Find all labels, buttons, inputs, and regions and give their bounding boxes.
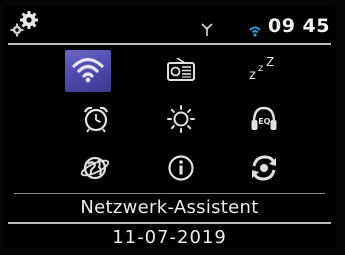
- menu-item-sleep[interactable]: z z Z: [236, 54, 290, 88]
- sleep-icon: z z Z: [247, 55, 279, 86]
- menu-item-brightness[interactable]: [154, 104, 208, 138]
- wifi-signal-icon: [248, 22, 262, 41]
- status-divider: [8, 43, 331, 45]
- menu-item-network[interactable]: [65, 50, 111, 92]
- menu-item-equalizer[interactable]: EQ: [237, 104, 291, 138]
- alarm-clock-icon: [81, 104, 111, 138]
- svg-text:z: z: [249, 68, 256, 82]
- globe-icon: [79, 154, 111, 186]
- menu-item-alarm[interactable]: [69, 104, 123, 138]
- menu-divider: [14, 193, 325, 194]
- status-bar: 09 45: [4, 6, 335, 42]
- menu-item-update[interactable]: [237, 153, 291, 187]
- info-icon: [166, 153, 196, 187]
- wifi-icon: [71, 54, 105, 88]
- menu-item-internet[interactable]: [68, 153, 122, 187]
- brightness-icon: [166, 104, 196, 138]
- svg-text:Z: Z: [266, 56, 274, 69]
- svg-text:z: z: [258, 63, 263, 74]
- svg-text:EQ: EQ: [258, 117, 270, 126]
- menu-item-info[interactable]: [154, 153, 208, 187]
- selected-item-label: Netzwerk-Assistent: [80, 197, 259, 218]
- equalizer-headphones-icon: EQ: [249, 104, 279, 138]
- radio-icon: [166, 56, 196, 86]
- clock-time: 09 45: [268, 15, 330, 37]
- date-display: 11-07-2019: [112, 227, 227, 248]
- menu-item-radio[interactable]: [154, 54, 208, 88]
- antenna-icon: [201, 22, 213, 41]
- refresh-icon: [249, 153, 279, 187]
- gears-icon: [10, 10, 40, 42]
- footer-divider: [8, 222, 331, 224]
- radio-display: 09 45 z z Z EQ Netzwerk-Assistent 11-07-…: [4, 6, 335, 248]
